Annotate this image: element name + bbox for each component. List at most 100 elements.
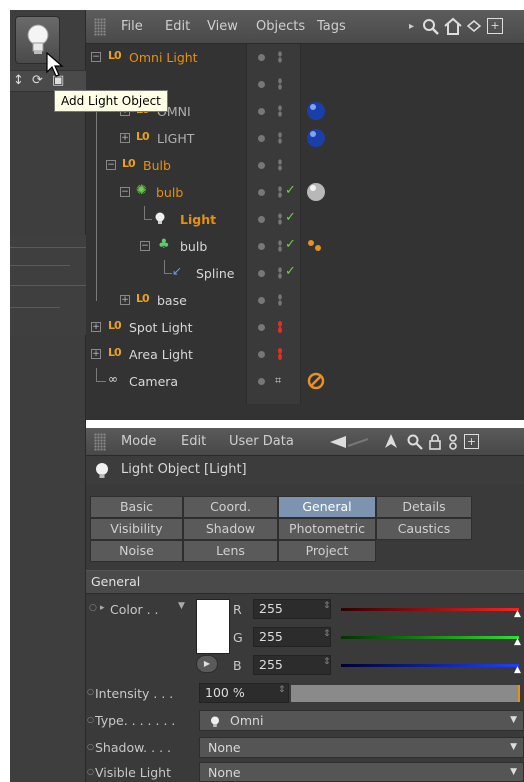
editor-render-dots[interactable] <box>278 294 282 306</box>
editor-render-dots-off[interactable] <box>278 321 282 333</box>
enabled-check-icon[interactable]: ✓ <box>285 210 296 225</box>
target-icon[interactable]: ⌗ <box>275 374 281 388</box>
object-row-light-null[interactable]: + L0 LIGHT <box>86 125 524 152</box>
expand-toggle[interactable]: + <box>91 349 101 359</box>
move-icon[interactable]: ↕ <box>13 73 24 88</box>
menu-user-data[interactable]: User Data <box>229 434 294 449</box>
enabled-check-icon[interactable]: ✓ <box>285 237 296 252</box>
spinner-icon[interactable]: ⇕ <box>323 657 331 667</box>
grip-icon[interactable] <box>94 433 106 451</box>
type-dropdown[interactable]: Omni ▼ <box>199 710 524 731</box>
visibility-dot[interactable] <box>258 189 265 196</box>
editor-render-dots[interactable] <box>278 240 282 252</box>
g-value-field[interactable]: 255 <box>253 627 331 647</box>
color-swatch[interactable] <box>196 599 230 654</box>
keyframe-circle-icon[interactable]: ○ <box>87 742 94 751</box>
r-slider[interactable] <box>341 608 519 611</box>
editor-render-dots[interactable] <box>278 213 282 225</box>
visibility-dot[interactable] <box>258 270 265 277</box>
keyframe-circle-icon[interactable]: ○ <box>87 715 94 724</box>
tab-basic[interactable]: Basic <box>90 496 183 518</box>
spinner-icon[interactable]: ⇕ <box>323 629 331 639</box>
slider-handle-icon[interactable]: ▲ <box>514 637 521 647</box>
tab-coord[interactable]: Coord. <box>183 496 278 518</box>
material-tag-blue-icon[interactable] <box>305 127 327 149</box>
expand-toggle[interactable]: + <box>120 295 130 305</box>
menu-view[interactable]: View <box>207 19 238 34</box>
visible-light-dropdown[interactable]: None ▼ <box>199 762 524 782</box>
editor-render-dots[interactable] <box>278 159 282 171</box>
menu-mode[interactable]: Mode <box>121 434 156 449</box>
visibility-dot[interactable] <box>258 162 265 169</box>
protection-tag-icon[interactable] <box>305 370 327 392</box>
enabled-check-icon[interactable]: ✓ <box>285 183 296 198</box>
intensity-field[interactable]: 100 % <box>199 683 289 703</box>
material-tag-white-icon[interactable] <box>305 181 327 203</box>
color-mode-button[interactable]: ▶ <box>196 655 218 673</box>
visibility-dot[interactable] <box>258 135 265 142</box>
visibility-dot[interactable] <box>258 216 265 223</box>
keyframe-circle-icon[interactable]: ○ <box>87 767 94 776</box>
object-row-omni-light[interactable]: − L0 Omni Light <box>86 44 524 71</box>
home-icon[interactable] <box>443 17 463 36</box>
slider-handle-icon[interactable]: ▲ <box>514 609 521 619</box>
collapse-toggle[interactable]: − <box>91 52 101 62</box>
visibility-dot[interactable] <box>258 378 265 385</box>
shadow-dropdown[interactable]: None ▼ <box>199 737 524 758</box>
menu-tags[interactable]: Tags <box>317 19 346 34</box>
visibility-dot[interactable] <box>258 324 265 331</box>
visibility-dot[interactable] <box>258 297 265 304</box>
b-value-field[interactable]: 255 <box>253 655 331 675</box>
object-row-camera[interactable]: ∞ Camera ⌗ <box>86 368 524 395</box>
rotate-icon[interactable]: ⟳ <box>32 73 43 88</box>
tab-noise[interactable]: Noise <box>90 540 183 562</box>
search-icon[interactable] <box>407 434 423 450</box>
chevron-down-icon[interactable]: ▼ <box>178 601 185 611</box>
editor-render-dots[interactable] <box>278 105 282 117</box>
editor-render-dots[interactable] <box>278 132 282 144</box>
visibility-dot[interactable] <box>258 243 265 250</box>
editor-render-dots[interactable] <box>278 267 282 279</box>
editor-render-dots-off[interactable] <box>278 348 282 360</box>
tab-visibility[interactable]: Visibility <box>90 518 183 540</box>
object-row-light-selected[interactable]: Light ✓ <box>86 206 524 233</box>
expand-arrow-icon[interactable]: ▸ <box>100 603 105 613</box>
expand-toggle[interactable]: + <box>120 133 130 143</box>
menu-objects[interactable]: Objects <box>256 19 305 34</box>
new-window-icon[interactable]: + <box>487 18 503 34</box>
object-row-bulb-mesh[interactable]: − ✺ bulb ✓ <box>86 179 524 206</box>
b-slider[interactable] <box>341 664 519 667</box>
object-row-area-light[interactable]: + L0 Area Light <box>86 341 524 368</box>
visibility-dot[interactable] <box>258 54 265 61</box>
back-arrow-icon[interactable] <box>330 435 370 449</box>
collapse-toggle[interactable]: − <box>120 187 130 197</box>
grip-icon[interactable] <box>94 18 106 36</box>
keyframe-circle-icon[interactable]: ○ <box>89 603 97 613</box>
object-row-base[interactable]: + L0 base <box>86 287 524 314</box>
tab-project[interactable]: Project <box>278 540 376 562</box>
search-icon[interactable] <box>422 18 440 36</box>
enabled-check-icon[interactable]: ✓ <box>285 264 296 279</box>
lock-icon[interactable] <box>428 434 442 450</box>
intensity-slider[interactable] <box>291 685 520 702</box>
editor-render-dots[interactable] <box>278 51 282 63</box>
slider-handle-icon[interactable]: ▲ <box>514 665 521 675</box>
spinner-icon[interactable]: ⇕ <box>323 601 331 611</box>
object-row-bulb-lathe[interactable]: − ♣ bulb ✓ <box>86 233 524 260</box>
tab-caustics[interactable]: Caustics <box>376 518 472 540</box>
visibility-dot[interactable] <box>258 108 265 115</box>
collapse-toggle[interactable]: − <box>106 160 116 170</box>
menu-edit[interactable]: Edit <box>181 434 206 449</box>
new-window-icon[interactable]: + <box>464 434 479 449</box>
more-arrow-icon[interactable]: ▸ <box>409 21 414 32</box>
editor-render-dots[interactable] <box>278 186 282 198</box>
visibility-dot[interactable] <box>258 81 265 88</box>
tab-shadow[interactable]: Shadow <box>183 518 278 540</box>
visibility-dot[interactable] <box>258 351 265 358</box>
expand-toggle[interactable]: + <box>91 322 101 332</box>
tab-photometric[interactable]: Photometric <box>278 518 376 540</box>
editor-render-dots[interactable] <box>278 78 282 90</box>
object-row-spot-light[interactable]: + L0 Spot Light <box>86 314 524 341</box>
link-icon[interactable] <box>447 434 459 450</box>
tab-general[interactable]: General <box>278 496 376 518</box>
